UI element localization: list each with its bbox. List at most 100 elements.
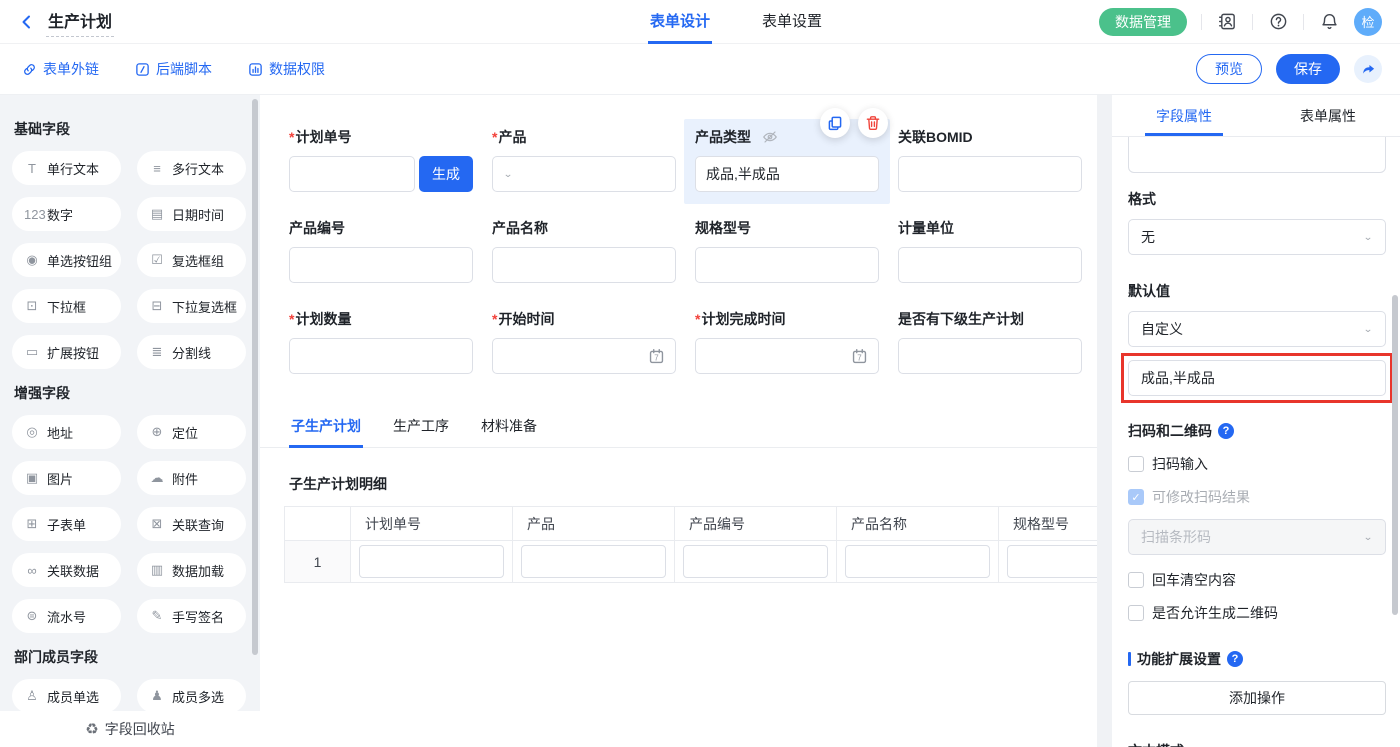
field-type-pill[interactable]: ▤日期时间 xyxy=(137,197,246,231)
field-input[interactable] xyxy=(898,156,1082,192)
subtable-column-header: 产品名称 xyxy=(837,507,999,541)
form-field[interactable]: 产品类型成品,半成品 xyxy=(695,127,879,192)
field-type-pill[interactable]: ◎地址 xyxy=(12,415,121,449)
field-type-pill[interactable]: ▥数据加载 xyxy=(137,553,246,587)
field-type-pill[interactable]: ⊞子表单 xyxy=(12,507,121,541)
field-type-pill[interactable]: ⊕定位 xyxy=(137,415,246,449)
field-type-pill[interactable]: ▣图片 xyxy=(12,461,121,495)
field-type-pill[interactable]: ≣分割线 xyxy=(137,335,246,369)
page-title[interactable]: 生产计划 xyxy=(46,6,114,37)
field-type-pill[interactable]: ⊜流水号 xyxy=(12,599,121,633)
back-icon[interactable] xyxy=(16,11,38,33)
contacts-icon[interactable] xyxy=(1216,11,1238,33)
field-input[interactable] xyxy=(289,156,415,192)
field-recycle-bin[interactable]: ♻ 字段回收站 xyxy=(0,711,260,747)
selected-field-wrapper[interactable]: 产品类型成品,半成品 xyxy=(684,119,890,204)
avatar[interactable]: 检 xyxy=(1354,8,1382,36)
allow-qr-checkbox[interactable]: 是否允许生成二维码 xyxy=(1128,603,1386,623)
field-date-input[interactable]: 7 xyxy=(492,338,676,374)
sidebar-scrollbar-thumb[interactable] xyxy=(252,99,258,655)
script-icon xyxy=(135,62,150,77)
default-type-select[interactable]: 自定义 ⌄ xyxy=(1128,311,1386,347)
field-type-pill[interactable]: ▭扩展按钮 xyxy=(12,335,121,369)
field-type-pill[interactable]: ♟成员多选 xyxy=(137,679,246,713)
field-type-pill[interactable]: ✎手写签名 xyxy=(137,599,246,633)
bell-icon[interactable] xyxy=(1318,11,1340,33)
subform-tab[interactable]: 生产工序 xyxy=(391,408,451,448)
enter-clear-checkbox[interactable]: 回车清空内容 xyxy=(1128,570,1386,590)
subform-tab[interactable]: 子生产计划 xyxy=(289,408,363,448)
chevron-down-icon: ⌄ xyxy=(503,168,513,179)
field-type-pill[interactable]: ◉单选按钮组 xyxy=(12,243,121,277)
panel-tab-inactive[interactable]: 表单属性 xyxy=(1256,95,1400,136)
subform-tab[interactable]: 材料准备 xyxy=(479,408,539,448)
default-value-input[interactable]: 成品,半成品 xyxy=(1128,360,1386,396)
field-type-pill[interactable]: ☁附件 xyxy=(137,461,246,495)
form-field[interactable]: 是否有下级生产计划 xyxy=(898,309,1082,374)
field-date-input[interactable]: 7 xyxy=(695,338,879,374)
subtable-cell-input[interactable] xyxy=(683,545,828,578)
field-type-pill[interactable]: 123数字 xyxy=(12,197,121,231)
help-icon[interactable]: ? xyxy=(1227,651,1243,667)
header-tab-inactive[interactable]: 表单设置 xyxy=(760,0,824,44)
field-title-input[interactable] xyxy=(1128,137,1386,173)
sidebar-scrollbar[interactable] xyxy=(252,95,258,711)
field-input[interactable] xyxy=(289,247,473,283)
form-field[interactable]: 关联BOMID xyxy=(898,127,1082,192)
form-field[interactable]: 计量单位 xyxy=(898,218,1082,283)
multi-text-icon: ≡ xyxy=(149,161,165,176)
field-type-pill[interactable]: ♙成员单选 xyxy=(12,679,121,713)
field-type-pill[interactable]: ⊡下拉框 xyxy=(12,289,121,323)
form-field[interactable]: *计划单号生成 xyxy=(289,127,473,192)
help-icon[interactable]: ? xyxy=(1218,423,1234,439)
subtable-cell-input[interactable] xyxy=(521,545,666,578)
form-field[interactable]: *开始时间7 xyxy=(492,309,676,374)
divider-icon: ≣ xyxy=(149,344,165,360)
toolbar-link-form-external-link[interactable]: 表单外链 xyxy=(22,59,99,79)
field-input[interactable] xyxy=(695,247,879,283)
field-input[interactable] xyxy=(898,338,1082,374)
form-field[interactable]: *计划数量 xyxy=(289,309,473,374)
subtable-cell-input[interactable] xyxy=(1007,545,1097,578)
form-field[interactable]: 产品名称 xyxy=(492,218,676,283)
form-field[interactable]: 产品编号 xyxy=(289,218,473,283)
save-button[interactable]: 保存 xyxy=(1276,54,1340,84)
field-input[interactable] xyxy=(289,338,473,374)
scan-input-checkbox[interactable]: 扫码输入 xyxy=(1128,454,1386,474)
field-input[interactable] xyxy=(898,247,1082,283)
field-type-pill[interactable]: ⊟下拉复选框 xyxy=(137,289,246,323)
sidebar-section-title: 基础字段 xyxy=(14,119,246,139)
field-input[interactable]: 成品,半成品 xyxy=(695,156,879,192)
number-icon: 123 xyxy=(24,207,40,222)
add-action-button[interactable]: 添加操作 xyxy=(1128,681,1386,715)
field-select[interactable]: ⌄ xyxy=(492,156,676,192)
field-type-pill[interactable]: ⊠关联查询 xyxy=(137,507,246,541)
panel-scrollbar-thumb[interactable] xyxy=(1392,295,1398,615)
field-type-pill[interactable]: T单行文本 xyxy=(12,151,121,185)
toolbar-link-label: 后端脚本 xyxy=(156,59,212,79)
delete-icon[interactable] xyxy=(858,108,888,138)
field-input[interactable] xyxy=(492,247,676,283)
help-icon[interactable] xyxy=(1267,11,1289,33)
toolbar-link-label: 表单外链 xyxy=(43,59,99,79)
format-select[interactable]: 无 ⌄ xyxy=(1128,219,1386,255)
share-icon[interactable] xyxy=(1354,55,1382,83)
copy-icon[interactable] xyxy=(820,108,850,138)
field-type-pill[interactable]: ≡多行文本 xyxy=(137,151,246,185)
preview-button[interactable]: 预览 xyxy=(1196,54,1262,84)
field-type-pill[interactable]: ∞关联数据 xyxy=(12,553,121,587)
field-type-pill[interactable]: ☑复选框组 xyxy=(137,243,246,277)
chevron-down-icon: ⌄ xyxy=(1363,323,1373,334)
field-label-text: 产品名称 xyxy=(492,218,548,238)
subtable-cell-input[interactable] xyxy=(359,545,504,578)
subtable-cell-input[interactable] xyxy=(845,545,990,578)
form-field[interactable]: *计划完成时间7 xyxy=(695,309,879,374)
form-field[interactable]: 规格型号 xyxy=(695,218,879,283)
form-field[interactable]: *产品⌄ xyxy=(492,127,676,192)
toolbar-link-backend-script[interactable]: 后端脚本 xyxy=(135,59,212,79)
panel-tab-active[interactable]: 字段属性 xyxy=(1112,95,1256,136)
generate-button[interactable]: 生成 xyxy=(419,156,473,192)
data-manage-button[interactable]: 数据管理 xyxy=(1099,8,1187,36)
toolbar-link-data-permission[interactable]: 数据权限 xyxy=(248,59,325,79)
header-tab-active[interactable]: 表单设计 xyxy=(648,0,712,44)
